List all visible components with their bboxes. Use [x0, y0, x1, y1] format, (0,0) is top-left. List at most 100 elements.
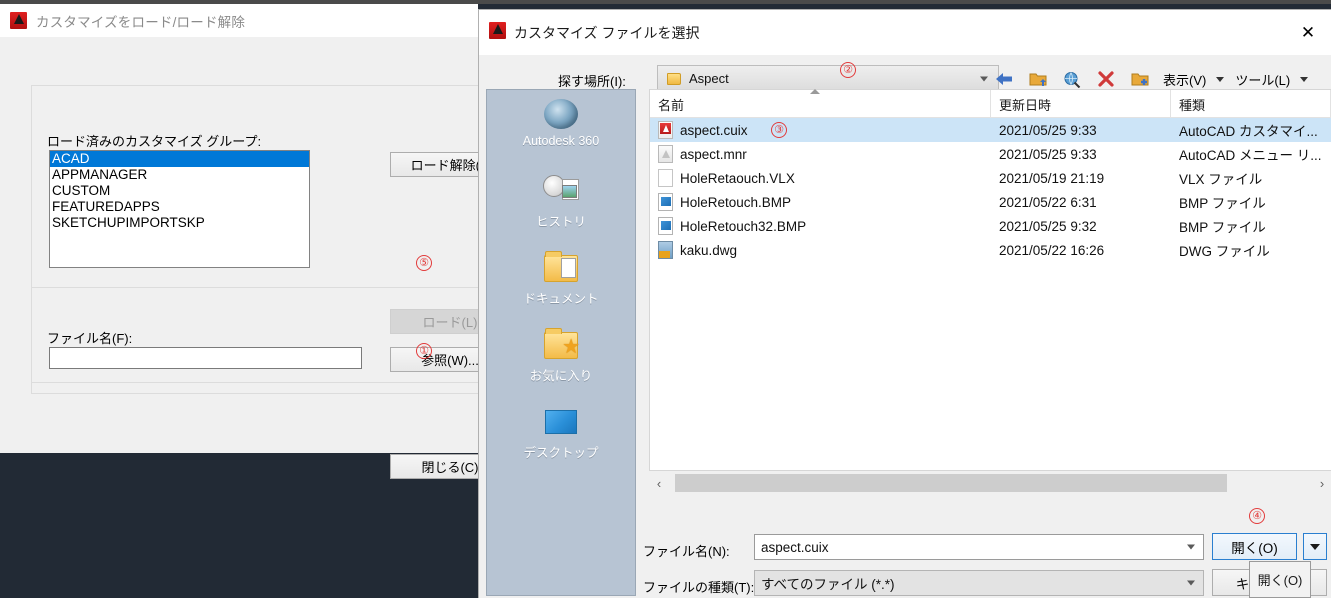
dwg-file-icon — [658, 241, 673, 259]
view-menu-label[interactable]: 表示(V) — [1163, 70, 1206, 89]
divider — [31, 382, 478, 383]
file-modified: 2021/05/25 9:32 — [999, 218, 1097, 234]
file-name: HoleRetaouch.VLX — [680, 170, 795, 186]
file-type: AutoCAD メニュー リ... — [1179, 148, 1322, 163]
place-label: ヒストリ — [535, 215, 586, 229]
file-list[interactable]: 名前 更新日時 種類 aspect.cuix 2021/05/25 9:33 A… — [649, 89, 1331, 471]
file-list-header: 名前 更新日時 種類 — [650, 89, 1331, 118]
table-row[interactable]: aspect.mnr 2021/05/25 9:33 AutoCAD メニュー … — [650, 142, 1331, 166]
chevron-down-icon — [1310, 543, 1320, 550]
filetype-value: すべてのファイル (*.*) — [761, 577, 895, 592]
file-dialog-filename-combobox[interactable]: aspect.cuix — [754, 534, 1204, 560]
scroll-right-icon[interactable]: › — [1312, 472, 1331, 494]
list-item[interactable]: ACAD — [50, 151, 309, 167]
list-item[interactable]: FEATUREDAPPS — [50, 199, 309, 215]
file-type: VLX ファイル — [1179, 172, 1263, 187]
column-header-name-label: 名前 — [658, 97, 685, 113]
file-dialog-titlebar[interactable]: カスタマイズ ファイルを選択 — [479, 10, 1331, 55]
file-dialog-filetype-label: ファイルの種類(T): — [643, 580, 755, 595]
sort-ascending-icon — [810, 89, 820, 94]
column-header-name[interactable]: 名前 — [650, 89, 991, 118]
annotation-circle-1: ① — [416, 343, 432, 359]
place-label: ドキュメント — [523, 292, 599, 306]
open-dropdown-menu-item[interactable]: 開く(O) — [1249, 561, 1311, 598]
place-item-favorites[interactable]: ★ お気に入り — [487, 321, 635, 398]
divider — [31, 287, 478, 288]
favorites-folder-icon: ★ — [542, 327, 580, 363]
filename-value: aspect.cuix — [761, 539, 829, 555]
place-item-autodesk360[interactable]: Autodesk 360 — [487, 90, 635, 167]
column-header-modified[interactable]: 更新日時 — [991, 90, 1171, 118]
file-modified: 2021/05/25 9:33 — [999, 146, 1097, 162]
place-item-documents[interactable]: ドキュメント — [487, 244, 635, 321]
chevron-down-icon[interactable] — [1216, 76, 1225, 82]
file-list-horizontal-scrollbar[interactable]: ‹ › — [649, 472, 1331, 494]
file-name: aspect.cuix — [680, 122, 748, 138]
annotation-circle-2: ② — [840, 62, 856, 78]
table-row[interactable]: aspect.cuix 2021/05/25 9:33 AutoCAD カスタマ… — [650, 118, 1331, 142]
bmp-file-icon — [658, 217, 673, 235]
autodesk360-icon — [542, 96, 580, 132]
select-customization-file-dialog: カスタマイズ ファイルを選択 ✕ 探す場所(I): Aspect 表示(V) ツ… — [478, 9, 1331, 598]
open-button[interactable]: 開く(O) — [1212, 533, 1297, 560]
loaded-groups-label: ロード済みのカスタマイズ グループ: — [47, 134, 262, 149]
documents-folder-icon — [542, 250, 580, 286]
screen-root: カスタマイズをロード/ロード解除 ロード済みのカスタマイズ グループ: ACAD… — [0, 0, 1331, 598]
column-header-modified-label: 更新日時 — [999, 97, 1052, 113]
loaded-groups-listbox[interactable]: ACAD APPMANAGER CUSTOM FEATUREDAPPS SKET… — [49, 150, 310, 268]
annotation-circle-3: ③ — [771, 122, 787, 138]
generic-file-icon — [658, 169, 673, 187]
file-list-rows: aspect.cuix 2021/05/25 9:33 AutoCAD カスタマ… — [650, 118, 1331, 262]
chevron-down-icon[interactable] — [1187, 580, 1195, 586]
desktop-icon — [542, 404, 580, 440]
file-dialog-filename-label: ファイル名(N): — [643, 544, 730, 559]
tools-menu-label[interactable]: ツール(L) — [1235, 70, 1290, 89]
file-name: kaku.dwg — [680, 242, 738, 258]
file-modified: 2021/05/19 21:19 — [999, 170, 1105, 186]
autocad-logo-icon — [489, 21, 506, 44]
close-icon[interactable]: ✕ — [1285, 10, 1331, 55]
list-item[interactable]: CUSTOM — [50, 183, 309, 199]
chevron-down-icon[interactable] — [1187, 544, 1195, 550]
table-row[interactable]: HoleRetouch.BMP 2021/05/22 6:31 BMP ファイル — [650, 190, 1331, 214]
scroll-left-icon[interactable]: ‹ — [649, 472, 669, 494]
bg-dialog-body: ロード済みのカスタマイズ グループ: ACAD APPMANAGER CUSTO… — [0, 37, 510, 479]
bg-filename-input[interactable] — [49, 347, 362, 369]
place-label: Autodesk 360 — [522, 134, 600, 148]
annotation-circle-5: ⑤ — [416, 255, 432, 271]
places-bar: Autodesk 360 ヒストリ ドキュメント ★ お気に入り デスクトップ — [486, 89, 636, 596]
list-item[interactable]: SKETCHUPIMPORTSKP — [50, 215, 309, 231]
table-row[interactable]: HoleRetouch32.BMP 2021/05/25 9:32 BMP ファ… — [650, 214, 1331, 238]
place-item-desktop[interactable]: デスクトップ — [487, 398, 635, 475]
scrollbar-track[interactable] — [669, 472, 1312, 494]
place-label: お気に入り — [529, 369, 593, 383]
file-dialog-filetype-combobox[interactable]: すべてのファイル (*.*) — [754, 570, 1204, 596]
file-type: AutoCAD カスタマイ... — [1179, 124, 1318, 139]
annotation-circle-4: ④ — [1249, 508, 1265, 524]
place-item-history[interactable]: ヒストリ — [487, 167, 635, 244]
chevron-down-icon[interactable] — [1300, 76, 1309, 82]
bmp-file-icon — [658, 193, 673, 211]
file-name: HoleRetouch32.BMP — [680, 218, 807, 234]
open-button-dropdown-arrow[interactable] — [1303, 533, 1327, 560]
column-header-type[interactable]: 種類 — [1171, 90, 1331, 118]
file-name: HoleRetouch.BMP — [680, 194, 792, 210]
autocad-logo-icon — [10, 12, 27, 29]
list-item[interactable]: APPMANAGER — [50, 167, 309, 183]
bg-dialog-titlebar[interactable]: カスタマイズをロード/ロード解除 — [0, 4, 478, 37]
bg-dialog-title: カスタマイズをロード/ロード解除 — [36, 14, 246, 30]
table-row[interactable]: kaku.dwg 2021/05/22 16:26 DWG ファイル — [650, 238, 1331, 262]
file-type: BMP ファイル — [1179, 196, 1266, 211]
folder-icon — [667, 72, 681, 85]
file-name: aspect.mnr — [680, 146, 747, 162]
column-header-type-label: 種類 — [1179, 97, 1206, 113]
file-modified: 2021/05/25 9:33 — [999, 122, 1097, 138]
scrollbar-thumb[interactable] — [675, 474, 1227, 492]
lookin-combobox[interactable]: Aspect — [657, 65, 999, 92]
bg-filename-label: ファイル名(F): — [47, 331, 133, 346]
file-modified: 2021/05/22 16:26 — [999, 242, 1105, 258]
lookin-value: Aspect — [689, 71, 729, 86]
lookin-label: 探す場所(I): — [558, 74, 626, 89]
mnr-file-icon — [658, 145, 673, 163]
table-row[interactable]: HoleRetaouch.VLX 2021/05/19 21:19 VLX ファ… — [650, 166, 1331, 190]
